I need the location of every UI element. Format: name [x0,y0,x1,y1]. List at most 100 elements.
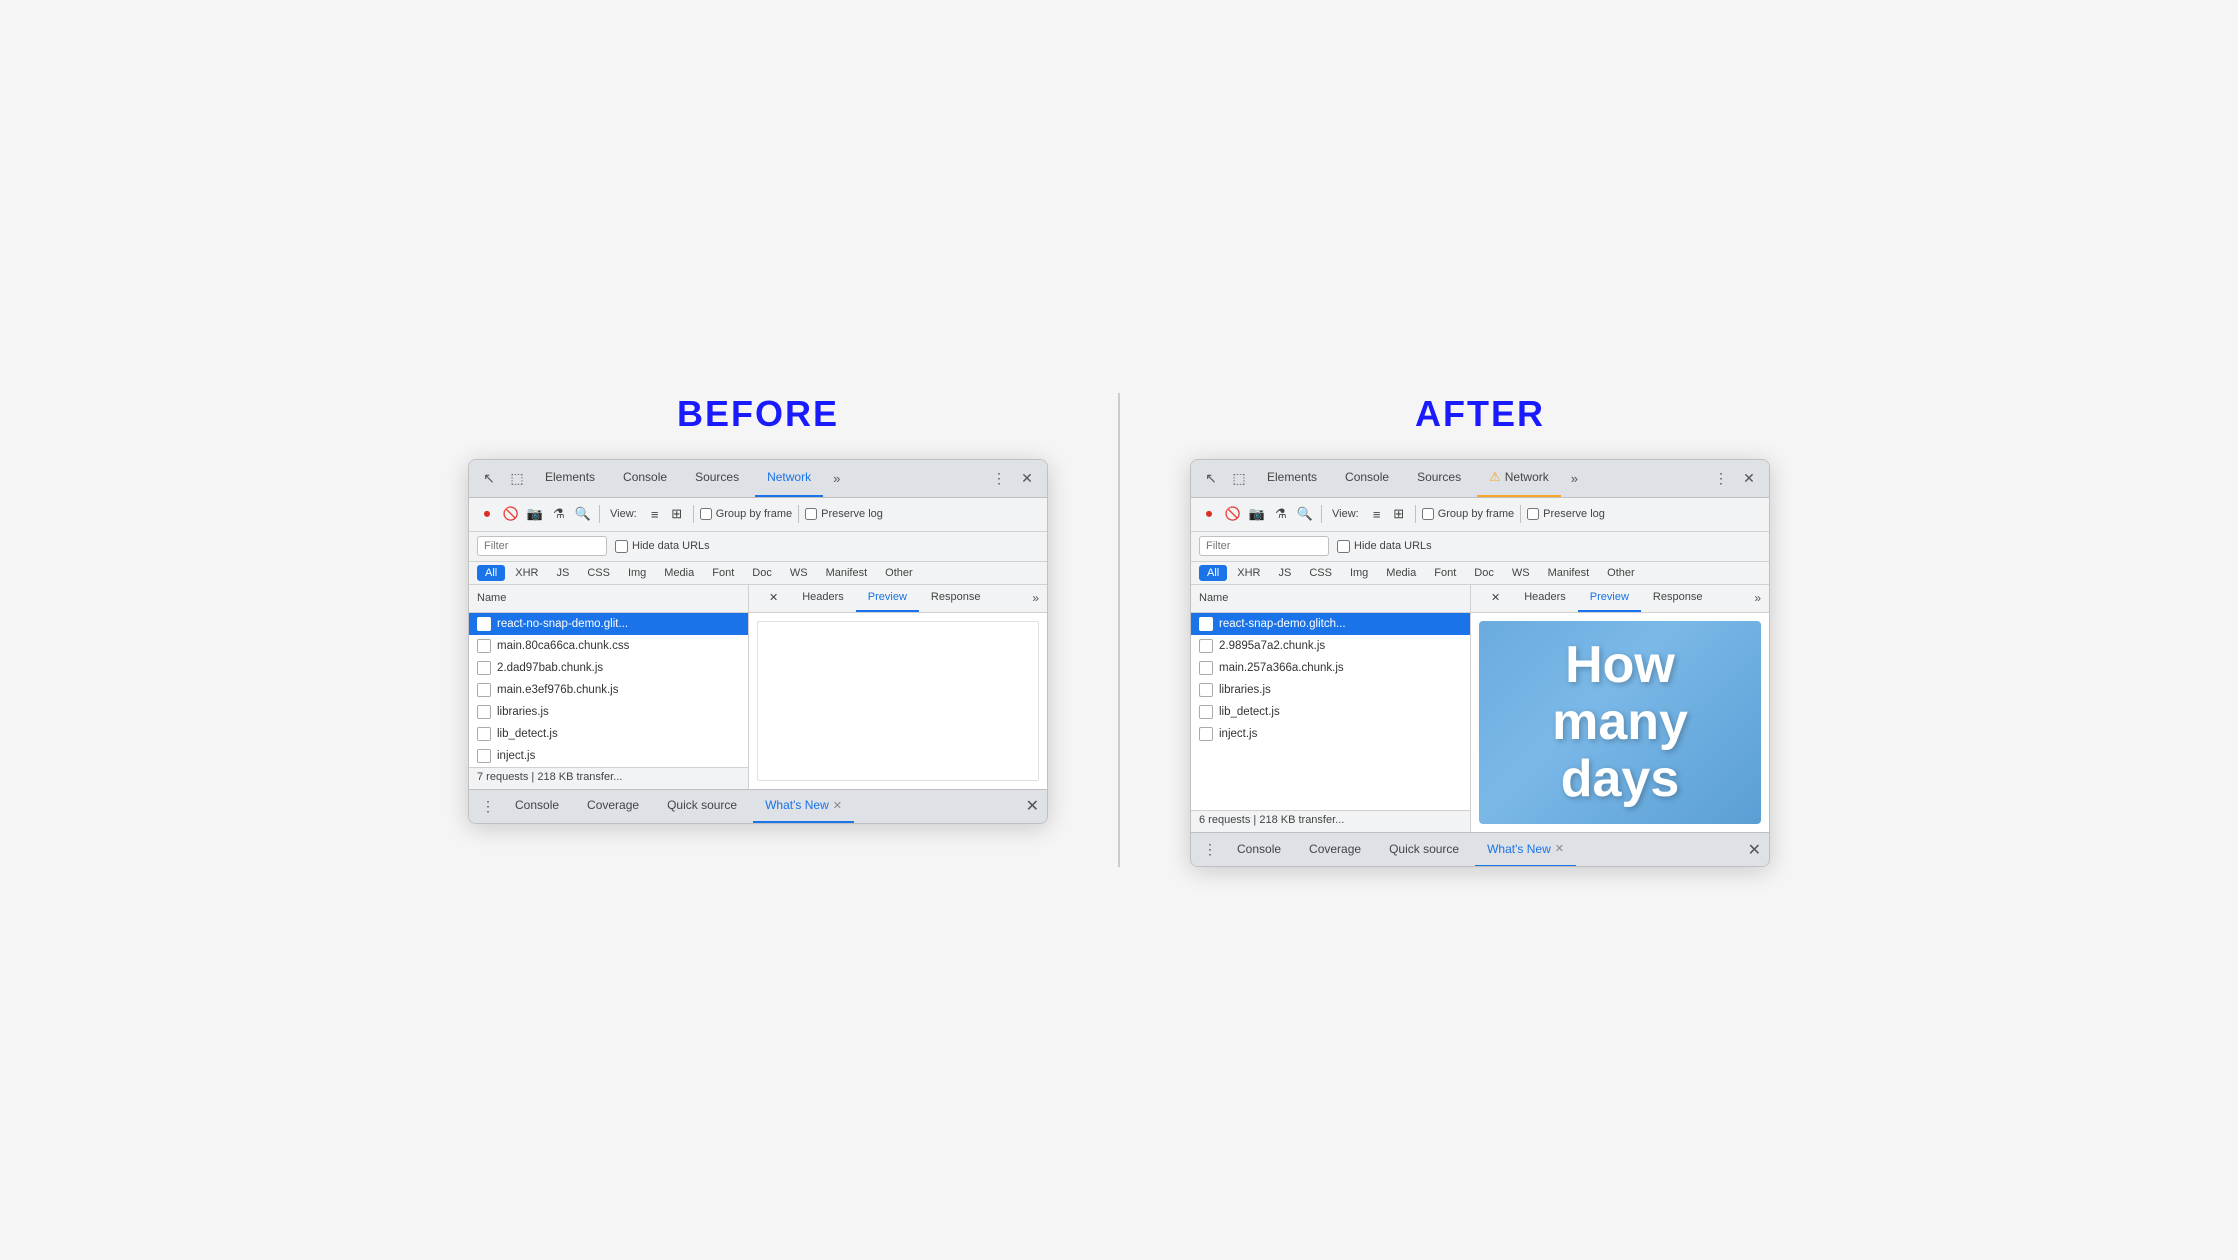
before-tabs-more[interactable]: » [827,471,846,486]
before-more-vert-icon[interactable]: ⋮ [987,466,1011,490]
before-preserve-log[interactable]: Preserve log [805,508,883,520]
after-filter-doc[interactable]: Doc [1466,565,1502,581]
after-file-2[interactable]: main.257a366a.chunk.js [1191,657,1470,679]
after-filter-manifest[interactable]: Manifest [1540,565,1598,581]
before-close-icon[interactable]: ✕ [1015,466,1039,490]
before-view-compact-btn[interactable]: ⊞ [667,504,687,524]
before-hide-data-urls[interactable]: Hide data URLs [615,540,710,553]
before-filter-font[interactable]: Font [704,565,742,581]
before-hide-data-check[interactable] [615,540,628,553]
before-tab-console[interactable]: Console [611,459,679,497]
after-bottom-whatsnew[interactable]: What's New ✕ [1475,833,1576,867]
before-preserve-log-check[interactable] [805,508,817,520]
after-filter-media[interactable]: Media [1378,565,1424,581]
after-hide-data-check[interactable] [1337,540,1350,553]
before-filter-img[interactable]: Img [620,565,654,581]
after-filter-img[interactable]: Img [1342,565,1376,581]
after-tab-sources[interactable]: Sources [1405,459,1473,497]
after-cursor-icon[interactable]: ↖ [1199,466,1223,490]
after-preserve-log-check[interactable] [1527,508,1539,520]
after-bottom-coverage[interactable]: Coverage [1297,833,1373,867]
after-bottom-console[interactable]: Console [1225,833,1293,867]
after-view-list-btn[interactable]: ≡ [1367,504,1387,524]
after-filter-btn[interactable]: ⚗ [1271,504,1291,524]
after-filter-input[interactable] [1199,536,1329,556]
before-file-5[interactable]: lib_detect.js [469,723,748,745]
after-more-vert-icon[interactable]: ⋮ [1709,466,1733,490]
before-group-frame-check[interactable] [700,508,712,520]
after-block-btn[interactable]: 🚫 [1223,504,1243,524]
before-file-0[interactable]: react-no-snap-demo.glit... [469,613,748,635]
after-panel-tab-close[interactable]: ✕ [1479,585,1512,613]
before-whatsnew-close[interactable]: ✕ [833,799,842,812]
before-filter-css[interactable]: CSS [579,565,618,581]
after-panel-tab-preview[interactable]: Preview [1578,585,1641,613]
before-bottom-close[interactable]: ✕ [1026,796,1039,816]
before-file-4[interactable]: libraries.js [469,701,748,723]
before-view-list-btn[interactable]: ≡ [645,504,665,524]
after-group-by-frame[interactable]: Group by frame [1422,508,1514,520]
after-filter-other[interactable]: Other [1599,565,1643,581]
before-cursor-icon[interactable]: ↖ [477,466,501,490]
before-filter-btn[interactable]: ⚗ [549,504,569,524]
before-filter-js[interactable]: JS [548,565,577,581]
after-filter-xhr[interactable]: XHR [1229,565,1268,581]
before-filter-ws[interactable]: WS [782,565,816,581]
before-file-1[interactable]: main.80ca66ca.chunk.css [469,635,748,657]
after-search-btn[interactable]: 🔍 [1295,504,1315,524]
after-tab-network[interactable]: ⚠ Network [1477,459,1561,497]
before-bottom-console[interactable]: Console [503,789,571,823]
after-file-4[interactable]: lib_detect.js [1191,701,1470,723]
before-file-2[interactable]: 2.dad97bab.chunk.js [469,657,748,679]
after-filter-css[interactable]: CSS [1301,565,1340,581]
before-filter-manifest[interactable]: Manifest [818,565,876,581]
before-tab-elements[interactable]: Elements [533,459,607,497]
after-panel-tabs-more[interactable]: » [1754,591,1761,605]
after-panel-tab-response[interactable]: Response [1641,585,1715,613]
before-filter-media[interactable]: Media [656,565,702,581]
after-tab-elements[interactable]: Elements [1255,459,1329,497]
before-file-6[interactable]: inject.js [469,745,748,767]
before-group-by-frame[interactable]: Group by frame [700,508,792,520]
after-file-0[interactable]: react-snap-demo.glitch... [1191,613,1470,635]
after-tabs-more[interactable]: » [1565,471,1584,486]
before-filter-input[interactable] [477,536,607,556]
after-bottom-close[interactable]: ✕ [1748,840,1761,860]
after-bottom-menu[interactable]: ⋮ [1199,841,1221,858]
before-bottom-whatsnew[interactable]: What's New ✕ [753,789,854,823]
before-panel-tab-headers[interactable]: Headers [790,585,856,613]
after-filter-all[interactable]: All [1199,565,1227,581]
after-filter-font[interactable]: Font [1426,565,1464,581]
before-panel-tab-response[interactable]: Response [919,585,993,613]
after-inspect-icon[interactable]: ⬚ [1227,466,1251,490]
before-tab-network[interactable]: Network [755,459,823,497]
after-file-5[interactable]: inject.js [1191,723,1470,745]
after-record-btn[interactable]: ⏺ [1199,504,1219,524]
before-tab-sources[interactable]: Sources [683,459,751,497]
before-block-btn[interactable]: 🚫 [501,504,521,524]
after-bottom-quicksource[interactable]: Quick source [1377,833,1471,867]
before-camera-btn[interactable]: 📷 [525,504,545,524]
before-bottom-quicksource[interactable]: Quick source [655,789,749,823]
after-preserve-log[interactable]: Preserve log [1527,508,1605,520]
after-file-1[interactable]: 2.9895a7a2.chunk.js [1191,635,1470,657]
before-inspect-icon[interactable]: ⬚ [505,466,529,490]
after-whatsnew-close[interactable]: ✕ [1555,842,1564,855]
after-camera-btn[interactable]: 📷 [1247,504,1267,524]
before-search-btn[interactable]: 🔍 [573,504,593,524]
after-view-compact-btn[interactable]: ⊞ [1389,504,1409,524]
after-group-frame-check[interactable] [1422,508,1434,520]
before-filter-xhr[interactable]: XHR [507,565,546,581]
after-filter-ws[interactable]: WS [1504,565,1538,581]
before-panel-tab-close[interactable]: ✕ [757,585,790,613]
before-filter-other[interactable]: Other [877,565,921,581]
after-filter-js[interactable]: JS [1270,565,1299,581]
before-panel-tabs-more[interactable]: » [1032,591,1039,605]
before-filter-all[interactable]: All [477,565,505,581]
after-tab-console[interactable]: Console [1333,459,1401,497]
after-hide-data-urls[interactable]: Hide data URLs [1337,540,1432,553]
before-panel-tab-preview[interactable]: Preview [856,585,919,613]
before-bottom-menu[interactable]: ⋮ [477,798,499,815]
before-record-btn[interactable]: ⏺ [477,504,497,524]
before-file-3[interactable]: main.e3ef976b.chunk.js [469,679,748,701]
